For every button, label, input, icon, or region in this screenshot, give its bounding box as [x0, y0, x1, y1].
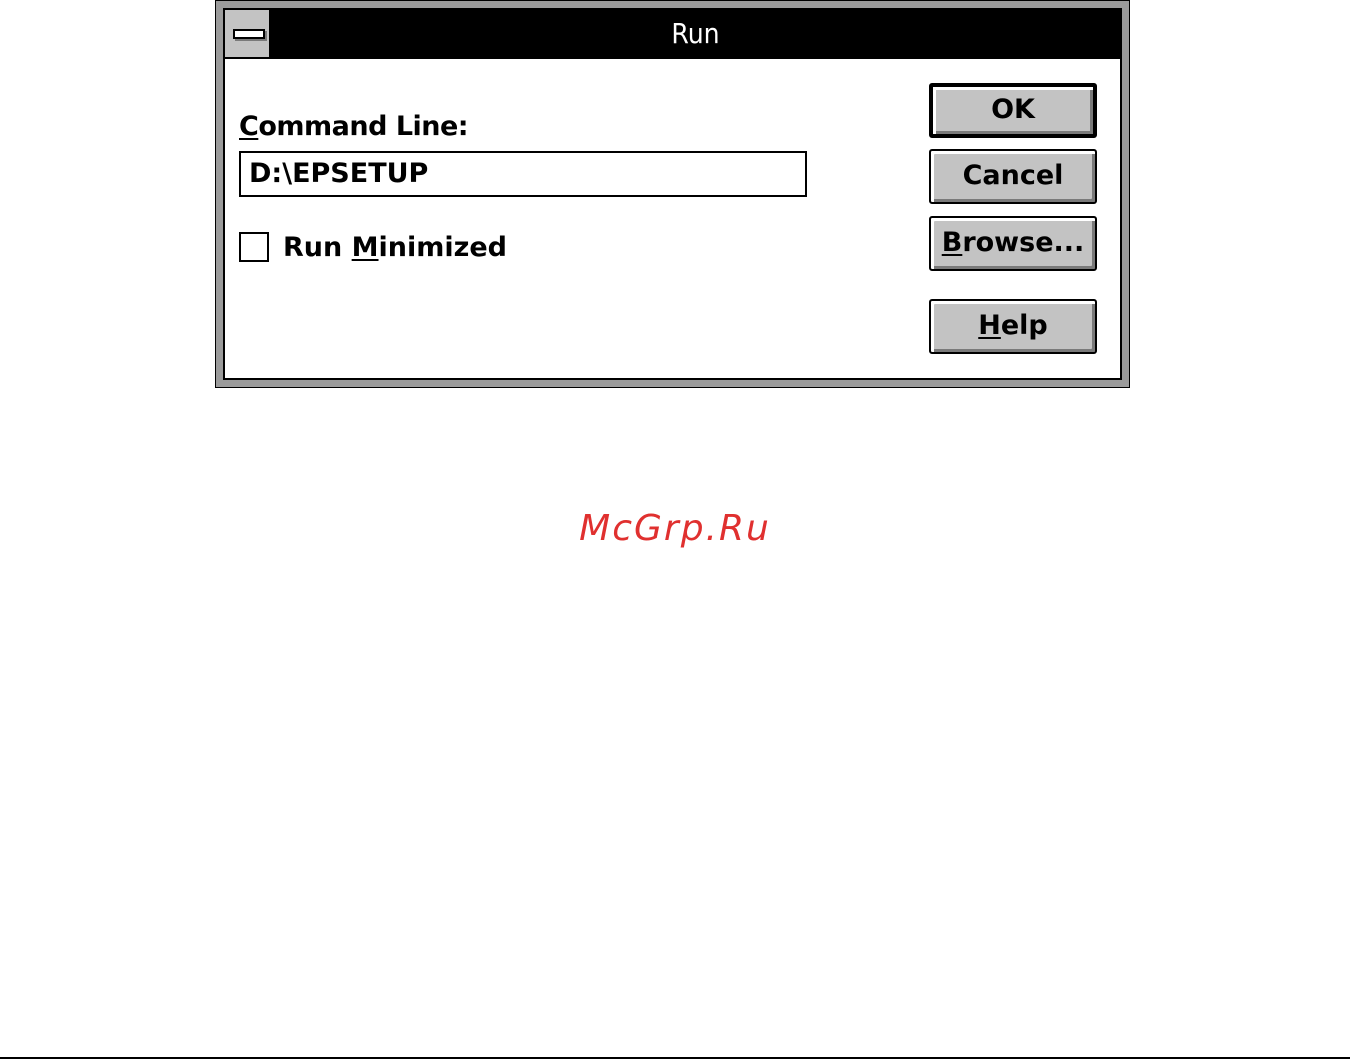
window-title: Run — [671, 17, 720, 50]
title-bar[interactable]: Run — [225, 10, 1120, 59]
browse-button-mnemonic: B — [941, 227, 963, 258]
run-minimized-label-prefix: Run — [283, 232, 352, 263]
system-menu-button[interactable] — [225, 10, 271, 57]
command-line-label: Command Line: — [239, 111, 469, 142]
run-minimized-label-rest: inimized — [378, 232, 507, 263]
page-divider — [0, 1057, 1350, 1059]
run-minimized-checkbox[interactable] — [239, 232, 269, 262]
help-button-label: elp — [1000, 310, 1048, 341]
cancel-button[interactable]: Cancel — [929, 149, 1097, 204]
system-menu-icon — [233, 29, 265, 39]
run-dialog: Run Command Line: D:\EPSETUP Run Minimiz… — [215, 0, 1130, 388]
help-button-mnemonic: H — [978, 310, 1001, 341]
browse-button-label: rowse... — [962, 227, 1085, 258]
run-minimized-label[interactable]: Run Minimized — [283, 232, 507, 264]
command-line-label-text: ommand Line: — [258, 111, 469, 142]
command-line-label-mnemonic: C — [239, 111, 259, 142]
run-minimized-label-mnemonic: M — [351, 232, 379, 263]
ok-button[interactable]: OK — [929, 83, 1097, 138]
command-line-input[interactable]: D:\EPSETUP — [239, 151, 807, 197]
help-button[interactable]: Help — [929, 299, 1097, 354]
browse-button[interactable]: Browse... — [929, 216, 1097, 271]
dialog-client-area: Command Line: D:\EPSETUP Run Minimized O… — [225, 59, 1120, 378]
watermark-text: McGrp.Ru — [579, 508, 771, 549]
dialog-frame: Run Command Line: D:\EPSETUP Run Minimiz… — [223, 8, 1122, 380]
